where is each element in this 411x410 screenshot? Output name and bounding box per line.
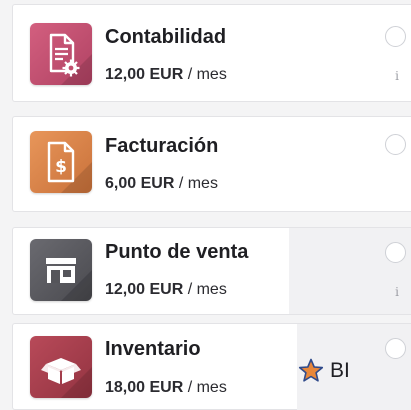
price-amount: 12,00 EUR bbox=[105, 66, 184, 83]
info-icon[interactable]: i bbox=[392, 285, 402, 299]
price-amount: 18,00 EUR bbox=[105, 379, 184, 396]
invoice-dollar-icon: $ bbox=[30, 131, 92, 193]
app-card-facturacion[interactable]: $ Facturación 6,00 EUR / mes bbox=[12, 116, 411, 212]
accounting-document-gear-icon bbox=[30, 23, 92, 85]
price-period: / mes bbox=[174, 175, 218, 192]
price-amount: 12,00 EUR bbox=[105, 281, 184, 298]
app-price: 12,00 EUR / mes bbox=[105, 66, 227, 84]
select-radio[interactable] bbox=[385, 26, 406, 47]
price-period: / mes bbox=[183, 66, 227, 83]
app-title: Inventario bbox=[105, 338, 201, 360]
price-period: / mes bbox=[183, 281, 227, 298]
storefront-icon bbox=[30, 239, 92, 301]
select-radio[interactable] bbox=[385, 134, 406, 155]
app-card-punto-de-venta[interactable]: Punto de venta 12,00 EUR / mes i bbox=[12, 227, 411, 315]
app-price: 6,00 EUR / mes bbox=[105, 175, 218, 193]
open-box-icon bbox=[30, 336, 92, 398]
app-title: Facturación bbox=[105, 135, 219, 157]
app-card-inventario[interactable]: Inventario 18,00 EUR / mes bbox=[12, 323, 411, 410]
price-period: / mes bbox=[183, 379, 227, 396]
badge-label: BI bbox=[330, 358, 350, 382]
app-title: Contabilidad bbox=[105, 26, 227, 48]
app-price: 12,00 EUR / mes bbox=[105, 281, 227, 299]
star-icon bbox=[298, 358, 324, 382]
app-pricing-list: Contabilidad 12,00 EUR / mes i $ Factura… bbox=[0, 0, 411, 410]
select-radio[interactable] bbox=[385, 338, 406, 359]
bi-badge[interactable]: BI bbox=[298, 358, 350, 383]
app-price: 18,00 EUR / mes bbox=[105, 379, 227, 397]
svg-text:$: $ bbox=[55, 157, 67, 177]
highlight-band bbox=[289, 228, 411, 314]
info-icon[interactable]: i bbox=[392, 69, 402, 83]
app-title: Punto de venta bbox=[105, 241, 249, 263]
price-amount: 6,00 EUR bbox=[105, 175, 175, 192]
select-radio[interactable] bbox=[385, 242, 406, 263]
app-card-contabilidad[interactable]: Contabilidad 12,00 EUR / mes i bbox=[12, 4, 411, 102]
